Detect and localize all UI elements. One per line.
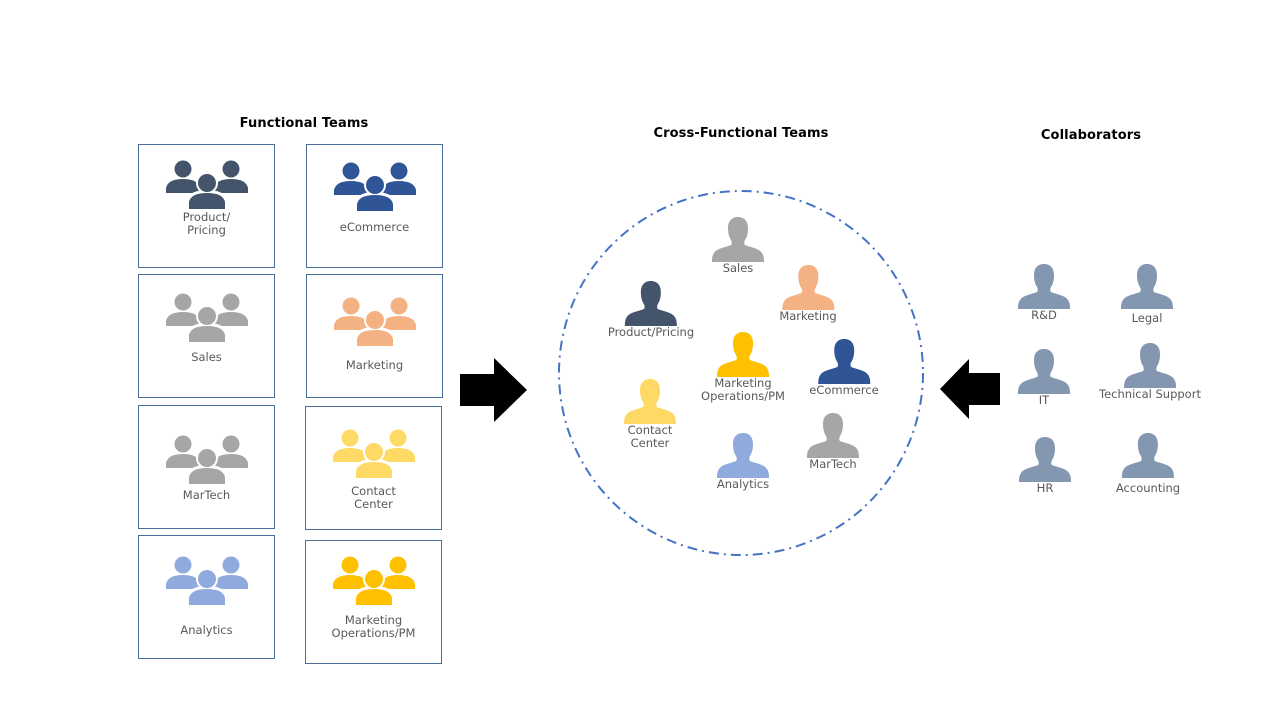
collaborator-label: IT xyxy=(1038,393,1050,407)
collaborator-label: HR xyxy=(1036,481,1054,495)
member-label: eCommerce xyxy=(809,383,879,397)
collaborator-legal: Legal xyxy=(1120,263,1174,325)
bust-shape xyxy=(1018,349,1070,394)
collaborator-it: IT xyxy=(1017,348,1071,407)
bust-shape xyxy=(717,433,769,478)
person-icon xyxy=(1124,343,1176,388)
member-sales: Sales xyxy=(711,216,765,275)
person-icon xyxy=(624,379,676,424)
bust-shape xyxy=(781,265,834,310)
member-label: Analytics xyxy=(716,477,770,491)
member-product-pricing: Product/Pricing xyxy=(608,280,694,339)
collaborator-label: Legal xyxy=(1131,311,1163,325)
collaborator-label: Technical Support xyxy=(1099,387,1201,401)
member-marketing-operations: Marketing Operations/PM xyxy=(701,331,785,403)
member-contact-center: Contact Center xyxy=(623,378,677,450)
bust-shape xyxy=(1019,437,1071,482)
person-icon xyxy=(781,265,834,310)
bust-shape xyxy=(712,217,764,262)
member-marketing: Marketing xyxy=(779,264,837,323)
collaborator-technical-support: Technical Support xyxy=(1099,342,1201,401)
person-icon xyxy=(717,433,769,478)
bust-shape xyxy=(1121,264,1173,309)
person-icon xyxy=(712,217,764,262)
member-label: Sales xyxy=(722,261,754,275)
member-label: Contact Center xyxy=(627,423,673,450)
member-label: Product/Pricing xyxy=(607,325,695,339)
member-martech: MarTech xyxy=(806,412,860,471)
collaborator-hr: HR xyxy=(1018,436,1072,495)
member-label: Marketing Operations/PM xyxy=(701,376,785,403)
person-icon xyxy=(717,332,769,377)
member-analytics: Analytics xyxy=(716,432,770,491)
person-icon xyxy=(1018,264,1070,309)
person-icon xyxy=(1018,349,1070,394)
collaborator-label: Accounting xyxy=(1115,481,1181,495)
person-icon xyxy=(1122,433,1174,478)
bust-shape xyxy=(818,339,870,384)
person-icon xyxy=(1019,437,1071,482)
bust-shape xyxy=(717,332,769,377)
person-icon xyxy=(807,413,859,458)
bust-shape xyxy=(1124,343,1176,388)
member-label: MarTech xyxy=(809,457,857,471)
bust-shape xyxy=(1122,433,1174,478)
collaborator-rnd: R&D xyxy=(1017,263,1071,322)
collaborator-accounting: Accounting xyxy=(1116,432,1180,495)
bust-shape xyxy=(624,379,676,424)
bust-shape xyxy=(807,413,859,458)
person-icon xyxy=(625,281,677,326)
member-ecommerce: eCommerce xyxy=(809,338,879,397)
member-label: Marketing xyxy=(779,309,837,323)
bust-shape xyxy=(625,281,677,326)
person-icon xyxy=(1121,264,1173,309)
person-icon xyxy=(818,339,870,384)
bust-shape xyxy=(1018,264,1070,309)
collaborator-label: R&D xyxy=(1031,308,1057,322)
cross-functional-circle xyxy=(558,190,924,556)
